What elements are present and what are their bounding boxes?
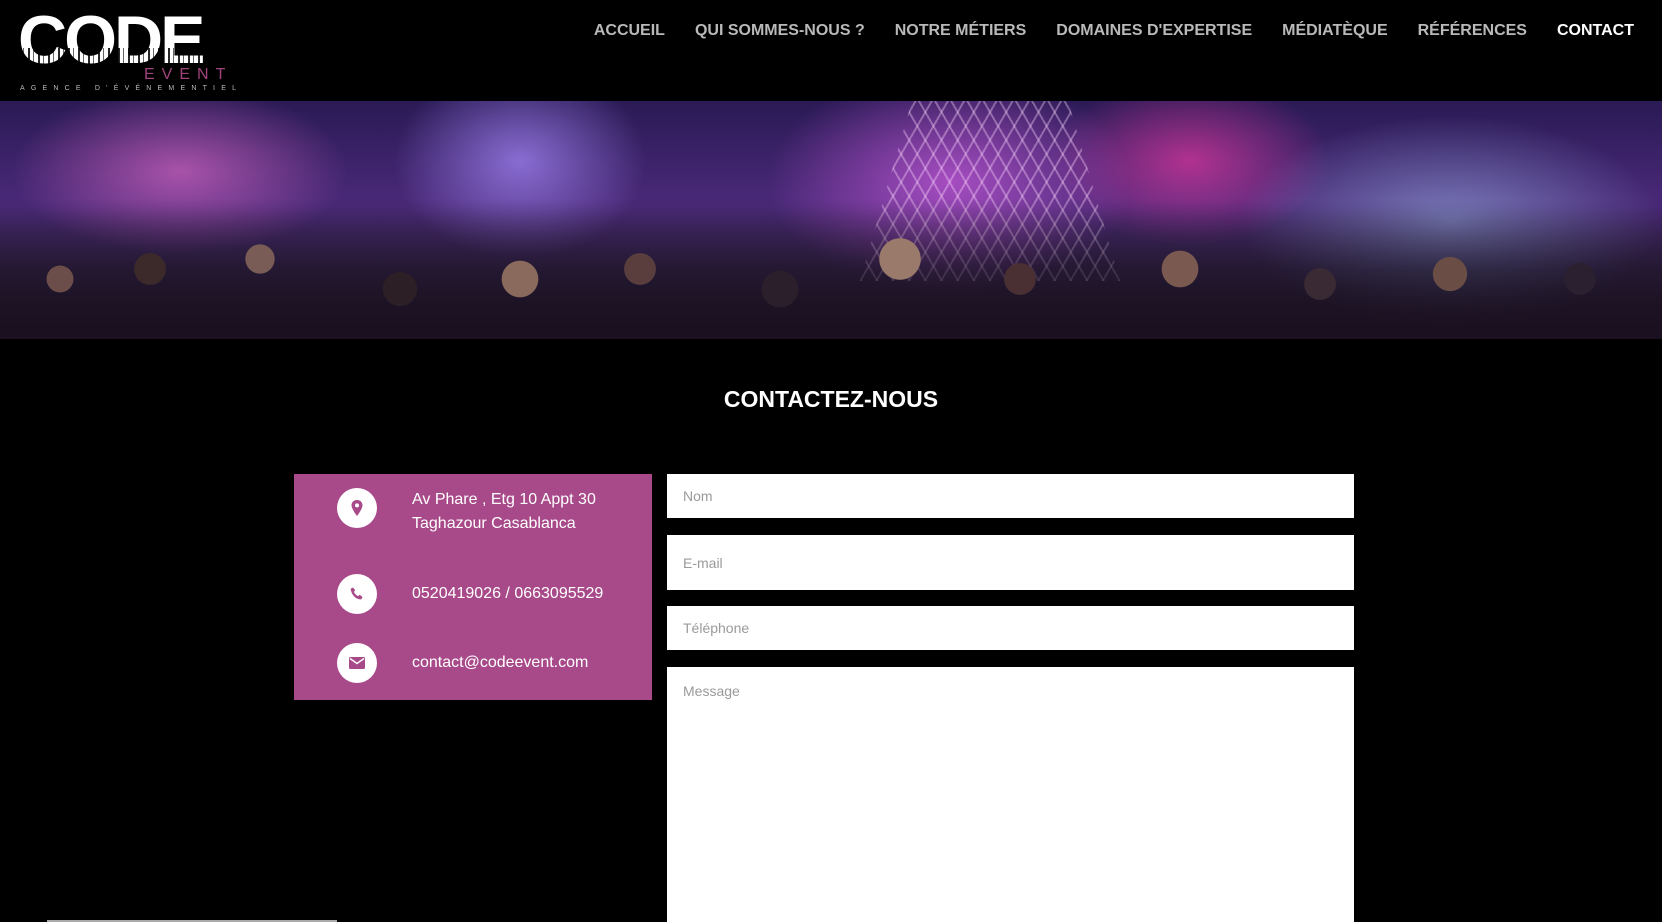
crowd-silhouettes xyxy=(0,199,1662,339)
message-field[interactable] xyxy=(667,667,1354,922)
phone-field[interactable] xyxy=(667,606,1354,650)
nav-item-domaines-expertise[interactable]: DOMAINES D'EXPERTISE xyxy=(1056,20,1252,42)
name-field[interactable] xyxy=(667,474,1354,518)
nav-item-contact[interactable]: CONTACT xyxy=(1557,20,1634,42)
page-title: CONTACTEZ-NOUS xyxy=(723,386,939,412)
event-banner-image xyxy=(0,101,1662,339)
email-link[interactable]: contact@codeevent.com xyxy=(412,651,588,675)
phone-text[interactable]: 0520419026 / 0663095529 xyxy=(412,582,603,606)
nav-item-accueil[interactable]: ACCUEIL xyxy=(594,20,665,42)
logo-event-text: EVENT xyxy=(144,66,233,83)
nav-item-mediateque[interactable]: MÉDIATÈQUE xyxy=(1282,20,1387,42)
nav-item-qui-sommes-nous[interactable]: QUI SOMMES-NOUS ? xyxy=(695,20,865,42)
address-text: Av Phare , Etg 10 Appt 30 Taghazour Casa… xyxy=(412,488,596,536)
address-line-1: Av Phare , Etg 10 Appt 30 xyxy=(412,491,596,508)
contact-info-box: Av Phare , Etg 10 Appt 30 Taghazour Casa… xyxy=(294,474,652,700)
nav-item-notre-metiers[interactable]: NOTRE MÉTIERS xyxy=(895,20,1027,42)
main-nav: ACCUEIL QUI SOMMES-NOUS ? NOTRE MÉTIERS … xyxy=(594,20,1634,42)
logo-tagline: AGENCE D'ÉVÉNEMENTIEL xyxy=(20,85,243,92)
code-event-logo[interactable]: CODE EVENT AGENCE D'ÉVÉNEMENTIEL xyxy=(18,6,236,98)
nav-item-references[interactable]: RÉFÉRENCES xyxy=(1418,20,1527,42)
phone-icon xyxy=(337,574,377,614)
envelope-icon xyxy=(337,643,377,683)
email-field[interactable] xyxy=(667,535,1354,590)
map-pin-icon xyxy=(337,488,377,528)
site-header: CODE EVENT AGENCE D'ÉVÉNEMENTIEL ACCUEIL… xyxy=(0,0,1662,101)
address-line-2: Taghazour Casablanca xyxy=(412,515,576,532)
